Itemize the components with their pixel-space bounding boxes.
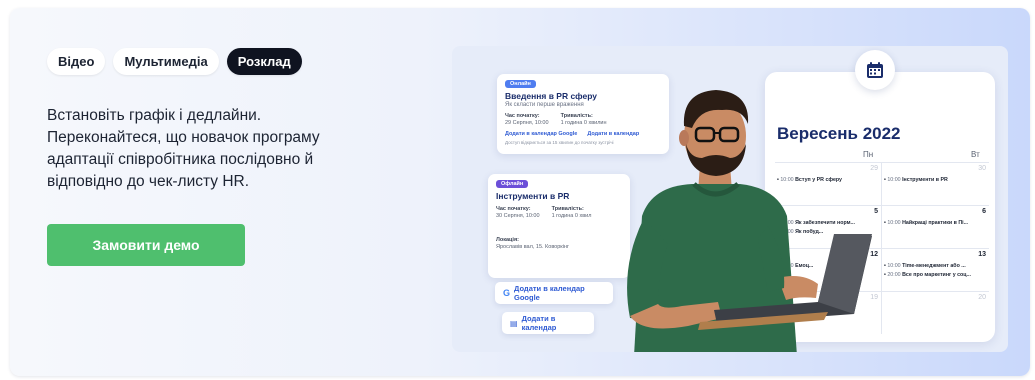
online-badge: Онлайн <box>505 80 536 88</box>
calendar-day-cell: 20 <box>882 291 989 334</box>
offline-badge: Офлайн <box>496 180 529 188</box>
google-icon: G <box>503 288 511 298</box>
event-text: Time-менеджмент або ... <box>902 263 966 269</box>
weekday-tue: Вт <box>971 150 980 159</box>
calendar-day-number: 13 <box>978 251 986 258</box>
event-time: 20:00 <box>887 272 901 278</box>
calendar-icon <box>855 50 895 90</box>
add-google-calendar-link: Додати в календар Google <box>505 131 578 137</box>
feature-description: Встановіть графік і дедлайни. Переконайт… <box>47 107 320 190</box>
start-label: Час початку: <box>496 206 531 212</box>
calendar-event: • 10:00 Time-менеджмент або ... <box>884 263 966 269</box>
order-demo-button[interactable]: Замовити демо <box>47 224 245 266</box>
calendar-day-cell: 30 • 10:00 Інструменти в PR <box>882 162 989 205</box>
calendar-day-number: 30 <box>978 165 986 172</box>
schedule-banner: Відео Мультимедіа Розклад Встановіть гра… <box>10 8 1030 376</box>
man-with-laptop-illustration <box>627 90 872 352</box>
event-time: 10:00 <box>887 263 901 269</box>
calendar-event: • 20:00 Все про маркетинг у соц... <box>884 272 971 278</box>
event-text: Все про маркетинг у соц... <box>902 272 971 278</box>
calendar-day-number: 6 <box>982 208 986 215</box>
calendar-event: • 10:00 Інструменти в PR <box>884 177 948 183</box>
calendar-day-cell: 6 • 10:00 Найкращі практики в Пі... <box>882 205 989 248</box>
tab-schedule[interactable]: Розклад <box>226 48 302 75</box>
feature-tabs: Відео Мультимедіа Розклад <box>47 48 302 75</box>
event-text: Найкращі практики в Пі... <box>902 220 969 226</box>
calendar-file-icon: ▤ <box>510 318 518 328</box>
calendar-day-cell: 13 • 10:00 Time-менеджмент або ... • 20:00… <box>882 248 989 291</box>
start-value: 30 Серпня, 10:00 <box>496 213 540 219</box>
event-time: 10:00 <box>887 177 901 183</box>
event-time: 10:00 <box>887 220 901 226</box>
calendar-event: • 10:00 Найкращі практики в Пі... <box>884 220 969 226</box>
schedule-illustration: Онлайн Введення в PR сферу Як скласти пе… <box>452 46 1008 352</box>
start-value: 29 Серпня, 10:00 <box>505 120 549 126</box>
event-text: Інструменти в PR <box>902 177 948 183</box>
calendar-day-number: 20 <box>978 294 986 301</box>
tab-video[interactable]: Відео <box>47 48 106 75</box>
calendar-day-number: 5 <box>874 208 878 215</box>
tab-multimedia[interactable]: Мультимедіа <box>113 48 219 75</box>
start-label: Час початку: <box>505 113 540 119</box>
